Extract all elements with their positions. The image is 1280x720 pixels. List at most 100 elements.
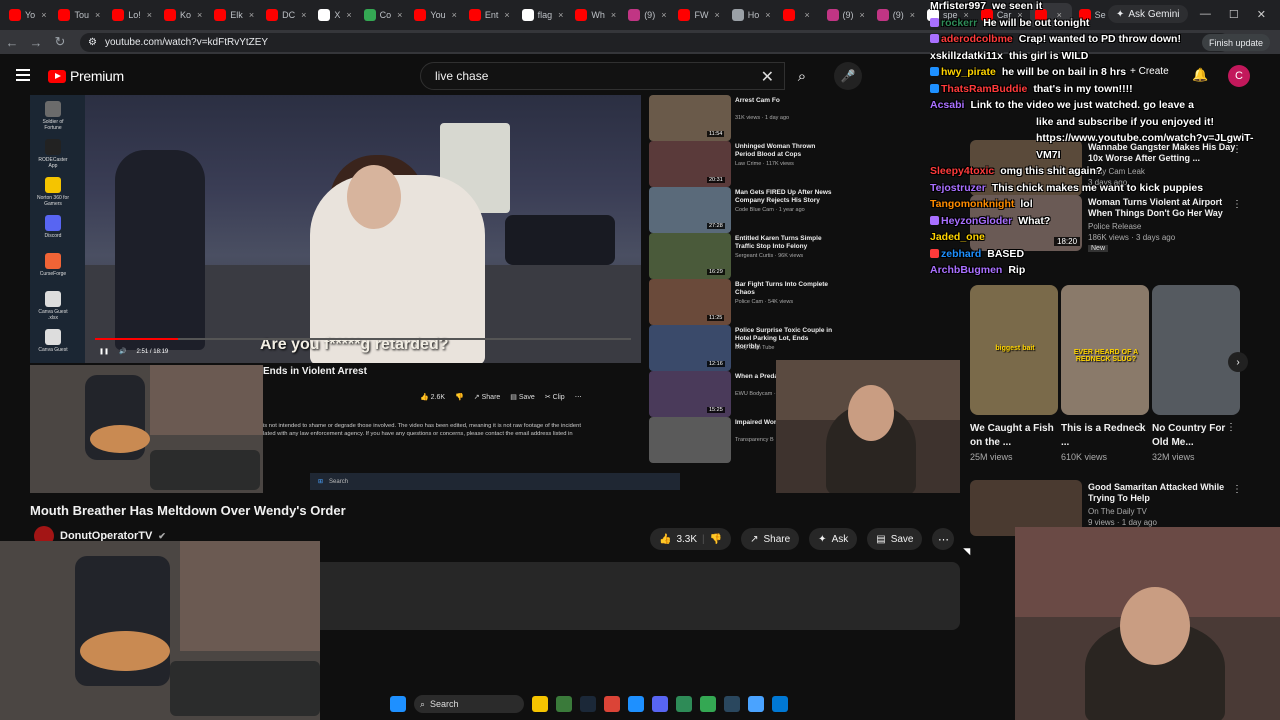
tab-close-icon[interactable]: × [346,10,351,20]
tab-close-icon[interactable]: × [397,10,402,20]
captured-sidebar-video[interactable]: Man Gets FIRED Up After News Company Rej… [649,187,859,235]
captured-sidebar-video[interactable]: Entitled Karen Turns Simple Traffic Stop… [649,233,859,281]
youtube-premium-logo[interactable]: Premium [48,68,124,84]
browser-tab[interactable]: X × [313,3,356,27]
tab-close-icon[interactable]: × [41,10,46,20]
captured-more-icon[interactable]: ⋯ [575,393,582,401]
clear-search-icon[interactable]: ✕ [761,67,774,87]
captured-like-button[interactable]: 👍 2.6K [420,393,445,401]
browser-tab[interactable]: Tou × [53,3,105,27]
windows-start-icon[interactable] [390,696,406,712]
browser-tab[interactable]: Yo × [4,3,51,27]
desktop-icon[interactable]: CurseForge [36,253,70,277]
tab-close-icon[interactable]: × [611,10,616,20]
chrome-icon[interactable] [604,696,620,712]
more-options-icon[interactable]: ⋮ [1232,484,1242,495]
app-icon-5[interactable] [772,696,788,712]
desktop-icon[interactable]: Soldier of Fortune [36,101,70,131]
browser-tab[interactable]: flag × [517,3,569,27]
thumbs-down-icon[interactable]: 👎 [710,534,722,545]
site-info-icon[interactable]: ⚙ [88,37,97,48]
captured-sidebar-video[interactable]: Arrest Cam Fo 31K views · 1 day ago 11:54 [649,95,859,143]
browser-tab[interactable]: DC × [261,3,311,27]
captured-sidebar-video[interactable]: Unhinged Woman Thrown Period Blood at Co… [649,141,859,189]
browser-tab[interactable]: Lo! × [107,3,157,27]
tab-close-icon[interactable]: × [249,10,254,20]
tab-favicon-icon [628,9,641,21]
captured-clip-button[interactable]: ✂ Clip [545,393,565,401]
forward-arrow-icon[interactable]: → [24,35,48,50]
browser-tab[interactable]: × [778,3,820,27]
desktop-icon[interactable]: Canva Guest [36,329,70,353]
pause-icon[interactable]: ❚❚ [99,348,109,355]
short-more-icon[interactable]: ⋮ [1044,422,1054,433]
tab-close-icon[interactable]: × [661,10,666,20]
shorts-next-arrow-icon[interactable]: › [1228,352,1248,372]
browser-tab[interactable]: (9) × [822,3,870,27]
captured-share-button[interactable]: ↗ Share [474,393,501,401]
browser-tab[interactable]: (9) × [872,3,920,27]
browser-tab[interactable]: Ho × [727,3,776,27]
save-button[interactable]: ▤ Save [867,528,923,550]
tab-close-icon[interactable]: × [504,10,509,20]
windows-taskbar: ⌕ Search [390,693,910,715]
browser-tab[interactable]: Ko × [159,3,207,27]
captured-share-label: Share [481,394,501,401]
captured-sidebar-video[interactable]: Bar Fight Turns Into Complete Chaos Polic… [649,279,859,327]
reload-icon[interactable]: ↻ [48,34,72,50]
short-more-icon[interactable]: ⋮ [1226,422,1236,433]
tab-title: Wh [591,10,605,20]
browser-tab[interactable]: (9) × [623,3,671,27]
volume-icon[interactable]: 🔊 [119,348,126,355]
microphone-icon[interactable]: 🎤 [834,62,862,90]
desktop-icon[interactable]: Canva Guest .xlsx [36,291,70,321]
file-explorer-icon[interactable] [532,696,548,712]
menu-icon[interactable] [16,69,30,84]
desktop-icon[interactable]: RODECaster App [36,139,70,169]
tab-close-icon[interactable]: × [197,10,202,20]
captured-dislike-icon[interactable]: 👎 [455,393,464,401]
tab-close-icon[interactable]: × [860,10,865,20]
captured-save-button[interactable]: ▤ Save [510,393,535,401]
tab-close-icon[interactable]: × [301,10,306,20]
tab-close-icon[interactable]: × [714,10,719,20]
short-more-icon[interactable]: ⋮ [1135,422,1145,433]
desktop-icon[interactable]: Discord [36,215,70,239]
tab-close-icon[interactable]: × [147,10,152,20]
search-input[interactable]: live chase ✕ [420,62,785,90]
tab-close-icon[interactable]: × [910,10,915,20]
ask-button[interactable]: ✦ Ask [809,528,858,550]
more-actions-icon[interactable]: ⋯ [932,528,955,550]
browser-tab[interactable]: Ent × [464,3,515,27]
tab-close-icon[interactable]: × [805,10,810,20]
maximize-icon[interactable]: ☐ [1229,8,1239,21]
browser-tab[interactable]: Co × [359,3,408,27]
like-button[interactable]: 👍 3.3K | 👎 [650,528,732,550]
app-icon[interactable] [556,696,572,712]
browser-tab[interactable]: FW × [673,3,724,27]
chrome-icon-2[interactable] [700,696,716,712]
tab-close-icon[interactable]: × [765,10,770,20]
browser-tab[interactable]: Wh × [570,3,621,27]
desktop-icon[interactable]: Norton 360 for Gamers [36,177,70,207]
app-icon-3[interactable] [676,696,692,712]
tab-close-icon[interactable]: × [558,10,563,20]
account-avatar[interactable]: C [1228,65,1250,87]
browser-tab[interactable]: Elk × [209,3,259,27]
search-icon[interactable]: ⌕ [785,62,819,90]
video-duration: 12:16 [707,361,725,367]
tab-close-icon[interactable]: × [452,10,457,20]
share-button[interactable]: ↗ Share [741,528,800,550]
steam-icon-2[interactable] [724,696,740,712]
discord-icon[interactable] [652,696,668,712]
more-options-icon[interactable]: ⋮ [1232,199,1242,210]
tab-close-icon[interactable]: × [95,10,100,20]
taskbar-search[interactable]: ⌕ Search [414,695,524,713]
browser-tab[interactable]: You × [409,3,461,27]
captured-video-player[interactable]: Are you f*****g retarded? ❚❚ 🔊 2:51 / 18… [85,95,641,363]
back-arrow-icon[interactable]: ← [0,35,24,50]
app-icon-2[interactable] [628,696,644,712]
steam-icon[interactable] [580,696,596,712]
app-icon-4[interactable] [748,696,764,712]
close-window-icon[interactable]: ✕ [1257,8,1266,21]
